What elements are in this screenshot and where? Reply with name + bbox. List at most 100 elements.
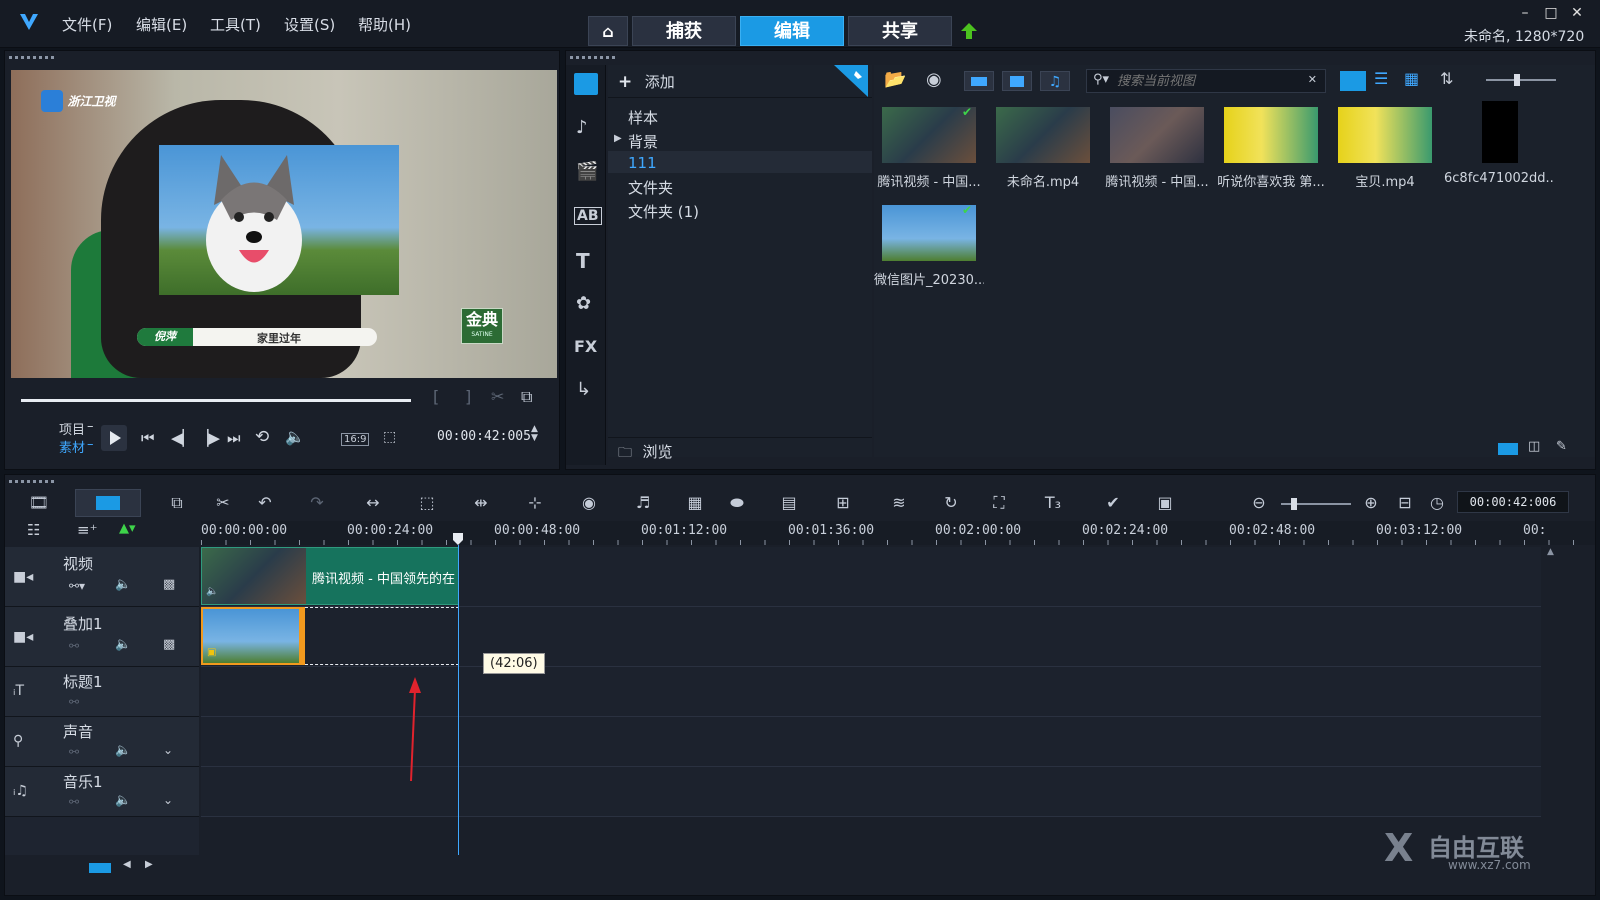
volume-icon[interactable]: 🔈 (285, 427, 305, 446)
mask-icon[interactable]: ✔ (1101, 493, 1125, 513)
instant-project-icon[interactable]: ♪ (576, 117, 588, 138)
filter-audio-button[interactable]: ♫ (1040, 71, 1070, 91)
add-track-icon[interactable]: ≡⁺ (77, 521, 98, 539)
menu-file[interactable]: 文件(F) (62, 14, 112, 35)
panel-grip[interactable] (9, 480, 55, 483)
browse-button[interactable]: 🗀 浏览 (618, 441, 672, 461)
add-folder-button[interactable]: + 添加 (618, 71, 738, 92)
audio-wave-icon[interactable]: ♬ (631, 493, 655, 513)
multicam-icon[interactable]: ▦ (683, 493, 707, 513)
pin-icon[interactable] (834, 65, 868, 97)
menu-edit[interactable]: 编辑(E) (136, 14, 187, 35)
zoom-slider[interactable] (1281, 498, 1351, 510)
thumbnail-size-slider[interactable] (1486, 74, 1556, 86)
media-thumb[interactable]: ✔ 微信图片_20230... (874, 199, 984, 295)
edit-panel-icon[interactable]: ✎ (1556, 439, 1567, 454)
media-icon[interactable] (574, 73, 598, 95)
scissors-icon[interactable]: ✂ (491, 387, 504, 406)
play-button[interactable] (101, 425, 127, 451)
playhead-marker[interactable] (453, 533, 463, 545)
color-icon[interactable]: ◉ (577, 493, 601, 513)
import-folder-icon[interactable]: 📂 (884, 69, 906, 90)
next-frame-icon[interactable]: ▕▶ (197, 429, 220, 447)
tree-item-samples[interactable]: 样本 (628, 107, 658, 128)
repeat-icon[interactable]: ⟲ (255, 427, 269, 447)
dual-view-icon[interactable]: ◫ (1528, 439, 1540, 454)
enlarge-preview-icon[interactable]: ⧉ (521, 387, 532, 407)
expand-icon[interactable]: ⌄ (163, 793, 173, 807)
undo-icon[interactable]: ↶ (253, 493, 277, 513)
path-icon[interactable]: ↳ (576, 379, 591, 400)
mute-icon[interactable]: 🔈 (115, 577, 131, 592)
mark-in-icon[interactable]: [ (433, 387, 439, 406)
zoom-in-icon[interactable]: ⊕ (1359, 493, 1383, 513)
link-icon[interactable]: ⚯▾ (69, 579, 85, 593)
overlay-dog-image[interactable] (159, 145, 399, 295)
motion-icon[interactable]: ≋ (887, 493, 911, 513)
crop-icon[interactable]: ⬚ (383, 429, 396, 445)
overlay-right-handle[interactable] (299, 607, 305, 665)
media-thumb[interactable]: 6c8fc471002dd... (1444, 101, 1554, 197)
menu-tools[interactable]: 工具(T) (210, 14, 261, 35)
grid-icon[interactable]: ▩ (163, 577, 175, 592)
show-tracks-icon[interactable]: ☷ (27, 521, 40, 539)
media-thumb[interactable]: ✔ 腾讯视频 - 中国... (874, 101, 984, 197)
overlay-clip[interactable]: ▣ (201, 607, 305, 665)
project-mode-label[interactable]: 项目 (59, 419, 85, 438)
track-toggle-icon[interactable] (89, 863, 111, 873)
panel-grip[interactable] (9, 56, 55, 59)
video-preview[interactable]: 浙江卫视 倪萍 家里过年 金典 SATINE (11, 70, 557, 378)
prev-frame-icon[interactable]: ◀▏ (171, 429, 194, 447)
view-list-icon[interactable]: ☰ (1374, 69, 1388, 88)
link-icon[interactable]: ⚯ (69, 795, 79, 809)
title-icon[interactable]: T (576, 249, 590, 273)
mute-icon[interactable]: 🔈 (115, 637, 131, 652)
rotate-icon[interactable]: ↻ (939, 493, 963, 513)
aspect-ratio-button[interactable]: 16:9 (341, 433, 370, 446)
copy-icon[interactable]: ⧉ (165, 493, 189, 513)
tree-item-folder[interactable]: 文件夹 (628, 177, 673, 198)
expand-arrow-icon[interactable]: ▶ (614, 133, 622, 144)
menu-settings[interactable]: 设置(S) (284, 14, 335, 35)
tab-capture[interactable]: 捕获 (632, 16, 736, 46)
tree-item-folder-1[interactable]: 文件夹 (1) (628, 201, 699, 222)
video-clip[interactable]: 🔈 腾讯视频 - 中国领先的在 (201, 547, 459, 605)
media-thumb[interactable]: 腾讯视频 - 中国... (1102, 101, 1212, 197)
scroll-up-icon[interactable]: ▲ (1547, 547, 1554, 557)
capture-icon[interactable]: ◉ (926, 69, 942, 90)
timecode-spinner-icon[interactable]: ▲ ▼ (531, 425, 538, 443)
menu-help[interactable]: 帮助(H) (358, 14, 411, 35)
time-ruler[interactable]: 00:00:00:00 00:00:24:00 00:00:48:00 00:0… (201, 521, 1595, 545)
clear-search-icon[interactable]: ✕ (1308, 73, 1317, 86)
link-icon[interactable]: ⚯ (69, 745, 79, 759)
ab-transition-icon[interactable]: AB (574, 207, 602, 225)
sort-icon[interactable]: ⇅ (1440, 69, 1453, 88)
expand-icon[interactable]: ⌄ (163, 743, 173, 757)
grid-icon[interactable]: ▩ (163, 637, 175, 652)
track-manager-icon[interactable]: ⬚ (415, 493, 439, 513)
upload-arrow-icon[interactable] (960, 22, 978, 40)
tree-item-background[interactable]: 背景 (628, 131, 658, 152)
transition-icon[interactable]: 🎬 (576, 161, 598, 182)
fit-frame-icon[interactable]: ⛶ (987, 493, 1011, 513)
search-input[interactable] (1117, 72, 1297, 90)
search-box[interactable]: ⚲▾ ✕ (1086, 69, 1326, 93)
minimize-button[interactable]: – (1518, 6, 1532, 20)
mute-icon[interactable]: 🔈 (115, 743, 131, 758)
close-button[interactable]: ✕ (1570, 6, 1584, 20)
home-button[interactable]: ⌂ (588, 16, 628, 46)
tab-edit[interactable]: 编辑 (740, 16, 844, 46)
media-thumb[interactable]: 未命名.mp4 (988, 101, 1098, 197)
ripple-toggle-icon[interactable]: ▲▾ (119, 521, 136, 536)
panel-layout-icon[interactable] (1498, 443, 1518, 455)
zoom-out-icon[interactable]: ⊖ (1247, 493, 1271, 513)
tools-icon[interactable]: ✂ (211, 493, 235, 513)
timeline-timecode[interactable]: 00:00:42:006 (1457, 491, 1569, 513)
clip-mode-label[interactable]: 素材 (59, 437, 85, 456)
redo-icon[interactable]: ↷ (305, 493, 329, 513)
slider-handle[interactable] (1514, 74, 1520, 86)
link-icon[interactable]: ⚯ (69, 695, 79, 709)
scrub-bar[interactable] (21, 399, 411, 402)
zoom-slider-handle[interactable] (1291, 498, 1297, 510)
scroll-left-icon[interactable]: ◀ (123, 859, 131, 870)
